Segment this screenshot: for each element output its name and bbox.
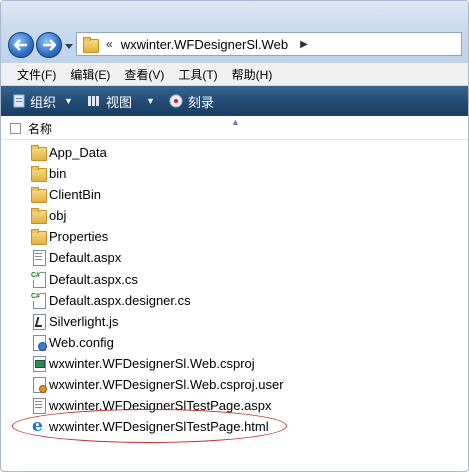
config-file-icon <box>31 334 47 351</box>
file-name: obj <box>49 208 67 224</box>
csharp-file-icon <box>31 292 47 309</box>
menu-bar: 文件(F) 编辑(E) 查看(V) 工具(T) 帮助(H) <box>1 63 468 86</box>
forward-arrow-icon <box>43 39 56 51</box>
address-overflow-chevron[interactable]: « <box>106 37 113 51</box>
file-name: App_Data <box>49 145 107 160</box>
csharp-file-icon <box>31 271 47 288</box>
file-row[interactable]: wxwinter.WFDesignerSl.Web.csproj.user <box>1 374 468 395</box>
file-row[interactable]: Default.aspx.cs <box>1 269 468 290</box>
command-bar: 组织 ▼ 视图 ▼ 刻录 <box>1 86 468 116</box>
file-name: wxwinter.WFDesignerSl.Web.csproj <box>49 355 255 371</box>
aspx-file-icon <box>31 398 47 415</box>
file-name: wxwinter.WFDesignerSlTestPage.aspx <box>49 398 272 414</box>
folder-icon <box>83 37 99 53</box>
file-row[interactable]: wxwinter.WFDesignerSlTestPage.aspx <box>1 395 468 416</box>
chevron-down-icon: ▼ <box>145 96 155 106</box>
file-row[interactable]: Default.aspx.designer.cs <box>1 290 468 311</box>
views-icon <box>87 95 101 107</box>
ie-html-file-icon <box>31 416 47 436</box>
javascript-file-icon <box>31 313 47 330</box>
file-row[interactable]: obj <box>1 205 468 226</box>
organize-icon <box>13 94 25 108</box>
address-path[interactable]: wxwinter.WFDesignerSl.Web <box>121 37 288 52</box>
forward-button[interactable] <box>36 32 62 58</box>
file-name: wxwinter.WFDesignerSlTestPage.html <box>49 419 269 435</box>
column-header: 名称 ▲ <box>1 117 468 140</box>
file-name: Silverlight.js <box>49 313 119 329</box>
file-row[interactable]: Web.config <box>1 332 468 353</box>
sort-ascending-icon: ▲ <box>231 117 240 127</box>
folder-icon <box>31 166 47 183</box>
chevron-right-icon[interactable]: ▶ <box>300 39 308 50</box>
file-name: Web.config <box>49 334 114 350</box>
chevron-down-icon: ▼ <box>64 96 73 106</box>
menu-file[interactable]: 文件(F) <box>1 66 63 83</box>
column-name-header[interactable]: 名称 <box>28 120 52 137</box>
address-bar[interactable]: « wxwinter.WFDesignerSl.Web ▶ <box>76 32 462 56</box>
file-name: ClientBin <box>49 187 102 203</box>
file-name: Properties <box>49 229 109 245</box>
views-button[interactable]: 视图 ▼ <box>87 92 155 111</box>
burn-button[interactable]: 刻录 <box>169 92 214 111</box>
organize-button[interactable]: 组织 ▼ <box>13 92 73 111</box>
csproj-file-icon <box>31 355 47 372</box>
file-row[interactable]: ClientBin <box>1 184 468 205</box>
back-arrow-icon <box>14 39 27 51</box>
menu-tools[interactable]: 工具(T) <box>171 66 224 83</box>
views-label: 视图 <box>105 94 132 110</box>
organize-label: 组织 <box>30 94 57 110</box>
back-button[interactable] <box>8 32 34 58</box>
menu-help[interactable]: 帮助(H) <box>225 66 280 83</box>
file-name: Default.aspx.designer.cs <box>49 292 191 308</box>
burn-disc-icon <box>169 94 183 108</box>
file-list: App_Databin ClientBin obj Properties Default… <box>1 142 468 437</box>
file-row[interactable]: wxwinter.WFDesignerSl.Web.csproj <box>1 353 468 374</box>
file-row[interactable]: Silverlight.js <box>1 311 468 332</box>
file-row[interactable]: App_Data <box>1 142 468 163</box>
menu-edit[interactable]: 编辑(E) <box>63 66 117 83</box>
recent-pages-dropdown[interactable] <box>64 41 74 51</box>
aspx-file-icon <box>31 250 47 267</box>
select-all-checkbox[interactable] <box>10 122 21 134</box>
explorer-window: « wxwinter.WFDesignerSl.Web ▶ 文件(F) 编辑(E… <box>0 0 469 472</box>
file-row[interactable]: Default.aspx <box>1 247 468 268</box>
file-name: wxwinter.WFDesignerSl.Web.csproj.user <box>49 377 284 393</box>
csproj-user-file-icon <box>31 377 47 394</box>
folder-icon <box>31 145 47 161</box>
file-name: Default.aspx.cs <box>49 271 138 287</box>
file-row[interactable]: wxwinter.WFDesignerSlTestPage.html <box>1 416 468 437</box>
folder-icon <box>31 229 47 246</box>
file-row[interactable]: Properties <box>1 226 468 247</box>
chevron-down-icon <box>65 43 73 49</box>
file-row[interactable]: bin <box>1 163 468 184</box>
file-name: Default.aspx <box>49 250 122 266</box>
burn-label: 刻录 <box>187 94 214 110</box>
folder-icon <box>31 187 47 204</box>
navigation-bar: « wxwinter.WFDesignerSl.Web ▶ <box>1 1 468 63</box>
file-name: bin <box>49 166 67 182</box>
menu-view[interactable]: 查看(V) <box>117 66 171 83</box>
folder-icon <box>31 208 47 225</box>
